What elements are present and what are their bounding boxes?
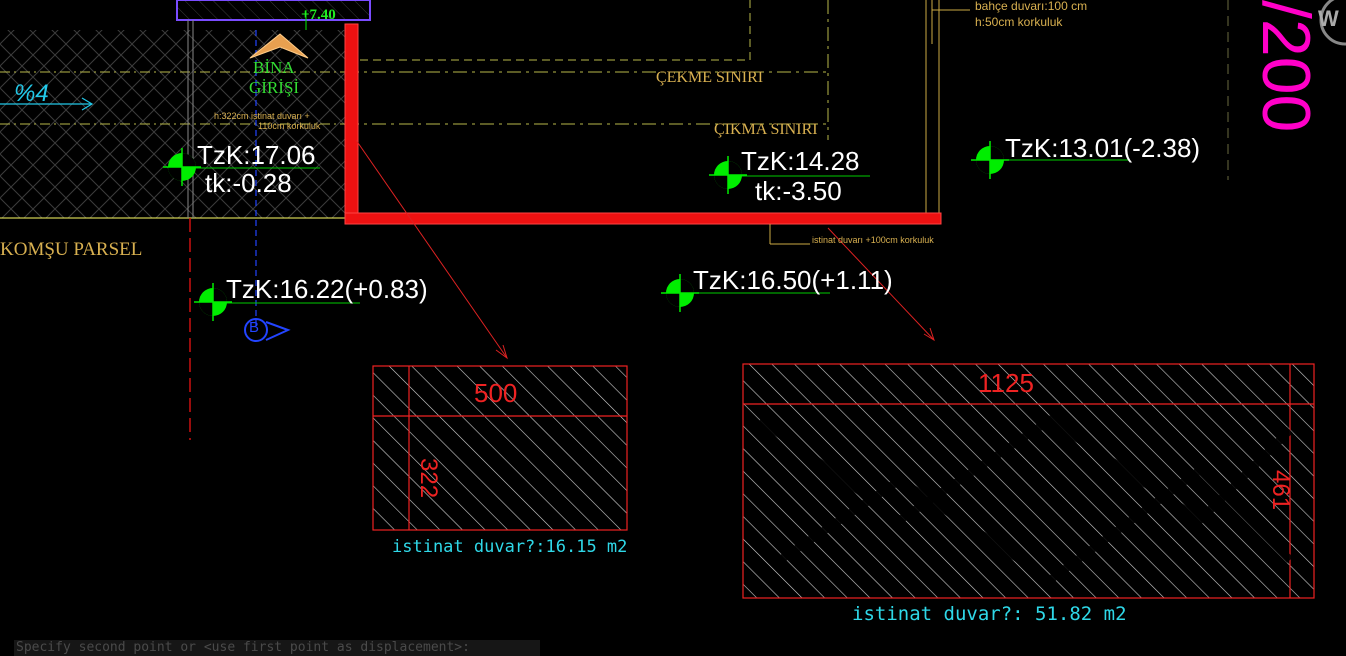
view-marker-label: B [249,319,260,336]
elevation-tk-14-28: tk:-3.50 [755,176,842,206]
garden-wall-note-line2: h:50cm korkuluk [975,15,1063,29]
wall-note-line1: h:322cm istinat duvarı + [214,111,310,121]
drawing-geometry [0,0,1346,599]
garden-wall-note-line1: bahçe duvarı:100 cm [975,0,1088,13]
projection-line-label: ÇIKMA SINIRI [714,121,818,138]
level-mark: +7.40 [301,7,336,23]
wall-note-line2: 110cm korkuluk [258,121,321,131]
elevation-tzk-14-28: TzK:14.28 [741,146,860,176]
detail-small-area: istinat duvar?:16.15 m2 [392,537,628,557]
entrance-label-line2: GİRİŞİ [249,78,300,97]
detail-large-width: 1125 [978,368,1034,398]
retaining-wall-vertical [344,23,359,225]
entrance-label-line1: BİNA [253,58,295,77]
retaining-wall-horizontal [344,212,942,225]
detail-large-height: 461 [1267,470,1294,511]
elevation-tzk-16-22: TzK:16.22(+0.83) [226,274,428,304]
command-line[interactable]: Specify second point or <use first point… [14,640,540,656]
cad-drawing-canvas[interactable]: BİNA GİRİŞİ +7.40 %4 KOMŞU PARSEL ÇEKME … [0,0,1346,656]
elevation-tzk-17-06: TzK:17.06 [197,140,316,170]
elevation-tzk-13-01: TzK:13.01(-2.38) [1005,133,1201,163]
elevation-tk-17-06: tk:-0.28 [205,168,292,198]
scale-fragment: /200 [1248,0,1324,133]
elevation-marker-3 [971,141,1009,179]
slope-label: %4 [14,80,49,107]
corner-glyph: W [1318,6,1339,31]
detail-large-area: istinat duvar?: 51.82 m2 [852,603,1127,625]
wall-note-bottom: istinat duvarı +100cm korkuluk [812,235,934,245]
detail-small-height: 322 [415,458,442,499]
neighbor-parcel-label: KOMŞU PARSEL [0,239,143,260]
detail-large-geometry [742,363,1315,599]
elevation-tzk-16-50: TzK:16.50(+1.11) [693,265,893,295]
setback-line-label: ÇEKME SINIRI [656,69,764,86]
detail-small-width: 500 [474,378,518,408]
